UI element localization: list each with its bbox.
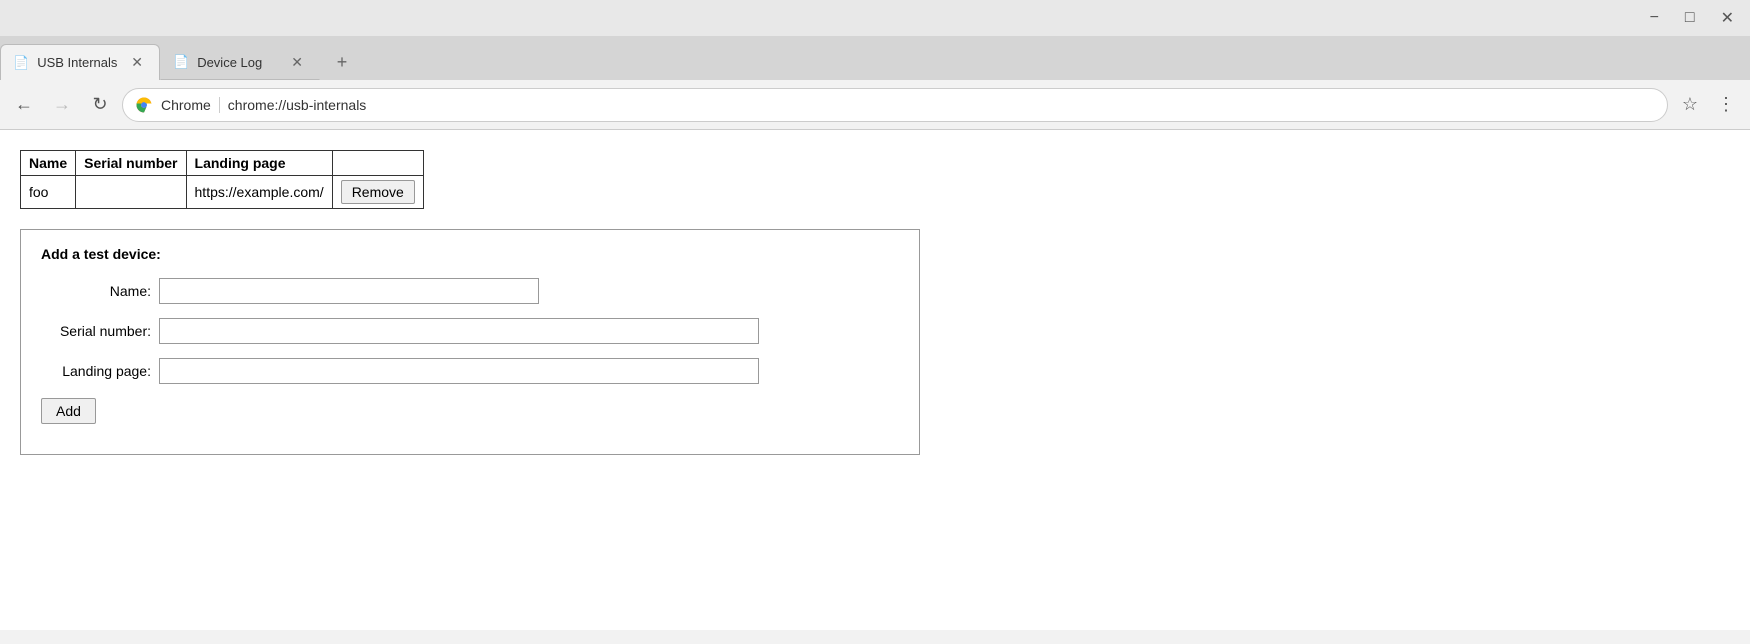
reload-button[interactable]: ↻ [84, 89, 116, 121]
add-device-form: Add a test device: Name: Serial number: … [20, 229, 920, 455]
device-name-cell: foo [21, 176, 76, 209]
url-text: chrome://usb-internals [228, 97, 1655, 113]
col-header-serial: Serial number [76, 151, 186, 176]
close-button[interactable]: ✕ [1715, 6, 1740, 30]
address-separator [219, 97, 220, 113]
device-serial-cell [76, 176, 186, 209]
tab-usb-internals-title: USB Internals [37, 55, 119, 70]
title-bar: − □ ✕ [0, 0, 1750, 36]
tab-device-log[interactable]: 📄 Device Log ✕ [160, 44, 320, 80]
address-bar[interactable]: Chrome chrome://usb-internals [122, 88, 1668, 122]
minimize-button[interactable]: − [1644, 7, 1665, 29]
remove-button[interactable]: Remove [341, 180, 415, 204]
name-row: Name: [41, 278, 899, 304]
nav-right-controls: ☆ ⋮ [1674, 89, 1742, 121]
tab-usb-internals[interactable]: 📄 USB Internals ✕ [0, 44, 160, 80]
forward-button[interactable]: → [46, 89, 78, 121]
serial-row: Serial number: [41, 318, 899, 344]
tab-bar: 📄 USB Internals ✕ 📄 Device Log ✕ + [0, 36, 1750, 80]
col-header-action [332, 151, 423, 176]
tab-device-log-title: Device Log [197, 55, 279, 70]
device-table: Name Serial number Landing page foo http… [20, 150, 424, 209]
name-input[interactable] [159, 278, 539, 304]
tab-device-log-close[interactable]: ✕ [287, 52, 307, 73]
page-content: Name Serial number Landing page foo http… [0, 130, 1750, 630]
menu-button[interactable]: ⋮ [1710, 89, 1742, 121]
device-landing-cell: https://example.com/ [186, 176, 332, 209]
landing-row: Landing page: [41, 358, 899, 384]
add-device-title: Add a test device: [41, 246, 899, 262]
new-tab-button[interactable]: + [324, 44, 360, 80]
serial-input[interactable] [159, 318, 759, 344]
device-action-cell: Remove [332, 176, 423, 209]
name-label: Name: [41, 283, 151, 299]
chrome-logo-icon [135, 96, 153, 114]
tab-usb-internals-close[interactable]: ✕ [127, 52, 147, 73]
col-header-name: Name [21, 151, 76, 176]
col-header-landing: Landing page [186, 151, 332, 176]
chrome-brand-label: Chrome [161, 97, 211, 113]
nav-bar: ← → ↻ Chrome chrome://usb-internals ☆ ⋮ [0, 80, 1750, 130]
maximize-button[interactable]: □ [1679, 7, 1701, 29]
tab-usb-internals-icon: 📄 [13, 55, 29, 71]
bookmark-button[interactable]: ☆ [1674, 89, 1706, 121]
title-bar-controls: − □ ✕ [1644, 6, 1740, 30]
landing-label: Landing page: [41, 363, 151, 379]
add-button[interactable]: Add [41, 398, 96, 424]
tab-device-log-icon: 📄 [173, 54, 189, 70]
landing-input[interactable] [159, 358, 759, 384]
add-row: Add [41, 398, 899, 424]
table-row: foo https://example.com/ Remove [21, 176, 424, 209]
serial-label: Serial number: [41, 323, 151, 339]
back-button[interactable]: ← [8, 89, 40, 121]
